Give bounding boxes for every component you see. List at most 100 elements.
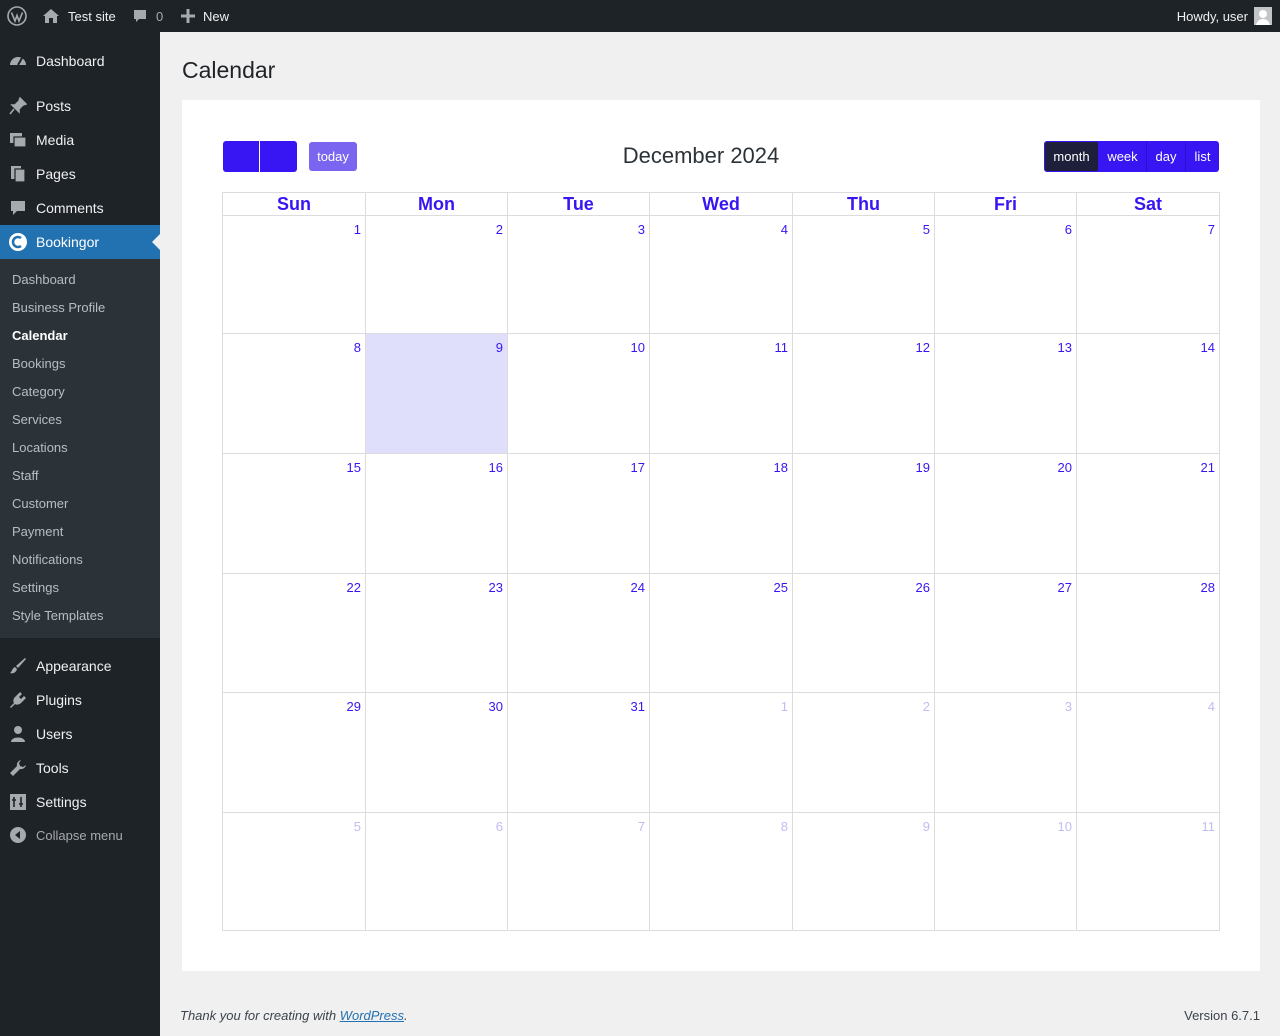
prev-month-button[interactable] <box>223 141 259 172</box>
view-week-button[interactable]: week <box>1099 141 1146 172</box>
day-number[interactable]: 20 <box>1058 460 1072 475</box>
menu-media[interactable]: Media <box>0 123 160 157</box>
menu-pages[interactable]: Pages <box>0 157 160 191</box>
submenu-locations[interactable]: Locations <box>12 440 68 455</box>
menu-appearance[interactable]: Appearance <box>0 649 160 683</box>
menu-bookingor[interactable]: Bookingor <box>0 225 160 259</box>
day-cell[interactable]: 15 <box>223 454 366 574</box>
day-number[interactable]: 10 <box>1058 819 1072 834</box>
day-cell[interactable]: 21 <box>1077 454 1220 574</box>
day-cell[interactable]: 27 <box>935 574 1077 693</box>
day-cell[interactable]: 23 <box>366 574 508 693</box>
day-cell[interactable]: 7 <box>1077 216 1220 334</box>
day-cell[interactable]: 5 <box>223 813 366 931</box>
day-number[interactable]: 29 <box>347 699 361 714</box>
day-number[interactable]: 11 <box>775 340 789 355</box>
today-button[interactable]: today <box>309 142 357 171</box>
menu-dashboard[interactable]: Dashboard <box>0 44 160 78</box>
day-cell[interactable]: 8 <box>650 813 793 931</box>
menu-posts[interactable]: Posts <box>0 89 160 123</box>
submenu-notifications[interactable]: Notifications <box>12 552 83 567</box>
day-cell[interactable]: 31 <box>508 693 650 813</box>
day-number[interactable]: 8 <box>781 819 788 834</box>
new-content-link[interactable]: New <box>181 0 229 32</box>
day-cell[interactable]: 17 <box>508 454 650 574</box>
day-number[interactable]: 5 <box>923 222 930 237</box>
day-number[interactable]: 10 <box>631 340 645 355</box>
day-cell[interactable]: 18 <box>650 454 793 574</box>
submenu-staff[interactable]: Staff <box>12 468 39 483</box>
day-number[interactable]: 4 <box>781 222 788 237</box>
day-cell[interactable]: 7 <box>508 813 650 931</box>
day-cell[interactable]: 26 <box>793 574 935 693</box>
day-cell[interactable]: 9 <box>793 813 935 931</box>
day-number[interactable]: 1 <box>781 699 788 714</box>
submenu-calendar[interactable]: Calendar <box>12 328 68 343</box>
day-number[interactable]: 1 <box>354 222 361 237</box>
day-cell[interactable]: 20 <box>935 454 1077 574</box>
day-cell[interactable]: 12 <box>793 334 935 454</box>
day-number[interactable]: 9 <box>923 819 930 834</box>
day-number[interactable]: 27 <box>1058 580 1072 595</box>
day-cell[interactable]: 1 <box>223 216 366 334</box>
submenu-bookings[interactable]: Bookings <box>12 356 65 371</box>
day-number[interactable]: 17 <box>631 460 645 475</box>
view-month-button[interactable]: month <box>1044 141 1099 172</box>
day-number[interactable]: 5 <box>354 819 361 834</box>
day-number[interactable]: 15 <box>347 460 361 475</box>
wordpress-link[interactable]: WordPress <box>340 1008 404 1023</box>
day-number[interactable]: 11 <box>1202 819 1216 834</box>
day-number[interactable]: 21 <box>1201 460 1215 475</box>
day-number[interactable]: 7 <box>1208 222 1215 237</box>
comments-link[interactable]: 0 <box>132 0 163 32</box>
day-cell[interactable]: 2 <box>366 216 508 334</box>
day-number[interactable]: 14 <box>1201 340 1215 355</box>
menu-plugins[interactable]: Plugins <box>0 683 160 717</box>
day-number[interactable]: 18 <box>774 460 788 475</box>
submenu-dashboard[interactable]: Dashboard <box>12 272 76 287</box>
submenu-services[interactable]: Services <box>12 412 62 427</box>
next-month-button[interactable] <box>260 141 297 172</box>
day-cell[interactable]: 3 <box>935 693 1077 813</box>
day-cell[interactable]: 2 <box>793 693 935 813</box>
day-cell[interactable]: 24 <box>508 574 650 693</box>
day-number[interactable]: 12 <box>916 340 930 355</box>
collapse-menu-button[interactable]: Collapse menu <box>0 818 160 852</box>
menu-comments[interactable]: Comments <box>0 191 160 225</box>
day-cell[interactable]: 11 <box>1077 813 1220 931</box>
day-number[interactable]: 16 <box>489 460 503 475</box>
day-cell[interactable]: 13 <box>935 334 1077 454</box>
submenu-business-profile[interactable]: Business Profile <box>12 300 105 315</box>
day-cell[interactable]: 16 <box>366 454 508 574</box>
day-number[interactable]: 4 <box>1208 699 1215 714</box>
day-cell[interactable]: 5 <box>793 216 935 334</box>
day-number[interactable]: 7 <box>638 819 645 834</box>
submenu-style-templates[interactable]: Style Templates <box>12 608 104 623</box>
wordpress-logo-icon[interactable] <box>0 0 34 32</box>
day-cell[interactable]: 28 <box>1077 574 1220 693</box>
day-number[interactable]: 24 <box>631 580 645 595</box>
site-name-link[interactable]: Test site <box>42 0 116 32</box>
day-cell[interactable]: 22 <box>223 574 366 693</box>
submenu-payment[interactable]: Payment <box>12 524 63 539</box>
day-cell[interactable]: 6 <box>366 813 508 931</box>
submenu-customer[interactable]: Customer <box>12 496 68 511</box>
day-cell[interactable]: 29 <box>223 693 366 813</box>
day-number[interactable]: 30 <box>489 699 503 714</box>
view-day-button[interactable]: day <box>1147 141 1185 172</box>
day-cell[interactable]: 3 <box>508 216 650 334</box>
day-number[interactable]: 6 <box>1065 222 1072 237</box>
menu-settings[interactable]: Settings <box>0 785 160 819</box>
day-number[interactable]: 6 <box>496 819 503 834</box>
day-number[interactable]: 3 <box>1065 699 1072 714</box>
day-number[interactable]: 23 <box>489 580 503 595</box>
day-cell-today[interactable]: 9 <box>366 334 508 454</box>
submenu-settings[interactable]: Settings <box>12 580 59 595</box>
day-number[interactable]: 8 <box>354 340 361 355</box>
day-number[interactable]: 19 <box>916 460 930 475</box>
day-number[interactable]: 13 <box>1058 340 1072 355</box>
day-cell[interactable]: 14 <box>1077 334 1220 454</box>
day-number[interactable]: 3 <box>638 222 645 237</box>
day-cell[interactable]: 4 <box>650 216 793 334</box>
day-cell[interactable]: 30 <box>366 693 508 813</box>
